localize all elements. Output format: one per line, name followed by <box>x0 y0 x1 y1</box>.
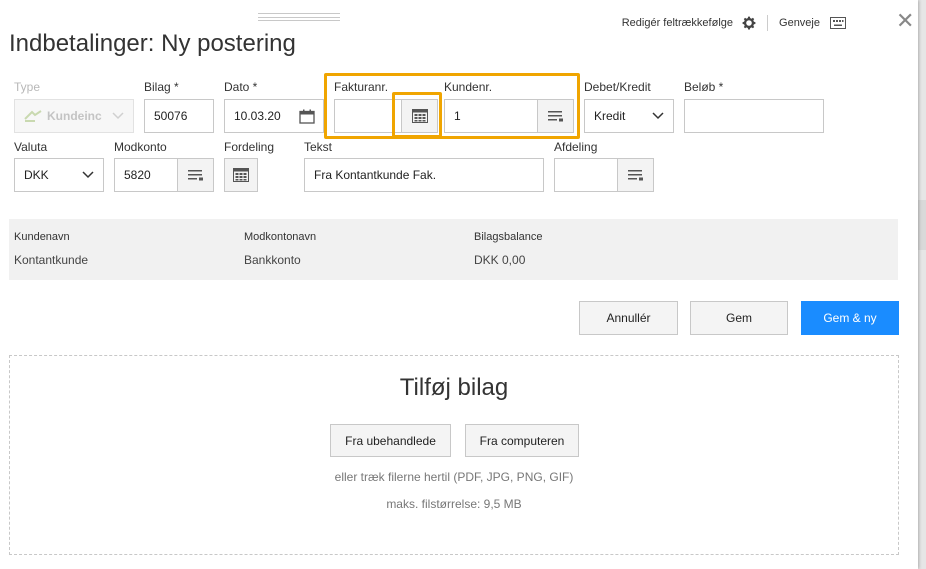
dialog-toolbar: Redigér feltrækkefølge Genveje <box>622 14 846 32</box>
kundenr-input[interactable]: 1 <box>444 99 574 133</box>
tekst-label: Tekst <box>304 140 333 154</box>
cancel-button[interactable]: Annullér <box>579 301 678 335</box>
grid-calculator-icon <box>411 109 428 123</box>
tekst-value: Fra Kontantkunde Fak. <box>314 168 437 182</box>
kundenr-value: 1 <box>454 109 461 123</box>
kundenr-label: Kundenr. <box>444 80 493 94</box>
gear-icon[interactable] <box>741 15 757 31</box>
beloeb-input[interactable] <box>684 99 824 133</box>
account-lookup-button[interactable] <box>177 159 213 191</box>
debet-kredit-select[interactable]: Kredit <box>584 99 674 133</box>
fordeling-button[interactable] <box>224 158 258 192</box>
edit-field-order-link[interactable]: Redigér feltrækkefølge <box>622 17 733 29</box>
dato-input[interactable]: 10.03.20 <box>224 99 324 133</box>
list-lookup-icon <box>547 111 563 122</box>
valuta-select[interactable]: DKK <box>14 158 104 192</box>
summary-modkontonavn: Modkontonavn Bankkonto <box>244 231 316 267</box>
modkonto-label: Modkonto <box>114 140 167 154</box>
chevron-down-icon <box>103 112 133 120</box>
save-button[interactable]: Gem <box>690 301 788 335</box>
customer-lookup-button[interactable] <box>537 100 573 132</box>
fordeling-label: Fordeling <box>224 140 275 154</box>
debet-kredit-label: Debet/Kredit <box>584 80 651 94</box>
new-payment-dialog: Redigér feltrækkefølge Genveje ✕ Indbeta… <box>0 0 918 569</box>
calendar-icon[interactable] <box>291 109 323 124</box>
summary-value: Bankkonto <box>244 253 301 267</box>
afdeling-label: Afdeling <box>554 140 598 154</box>
invoice-lookup-button[interactable] <box>401 100 437 132</box>
bilag-input[interactable]: 50076 <box>144 99 214 133</box>
beloeb-label: Beløb * <box>684 80 724 94</box>
fakturanr-input[interactable] <box>334 99 438 133</box>
chevron-down-icon <box>73 171 103 179</box>
keyboard-icon[interactable] <box>830 17 846 29</box>
department-lookup-button[interactable] <box>617 159 653 191</box>
list-lookup-icon <box>187 170 203 181</box>
summary-kundenavn: Kundenavn Kontantkunde <box>14 231 88 267</box>
chevron-down-icon <box>643 112 673 120</box>
summary-label: Kundenavn <box>14 231 70 243</box>
summary-value: DKK 0,00 <box>474 253 526 267</box>
type-label: Type <box>14 80 41 94</box>
close-button[interactable]: ✕ <box>896 10 914 32</box>
dato-label: Dato * <box>224 80 258 94</box>
summary-label: Bilagsbalance <box>474 231 543 243</box>
type-select: Kundeinc <box>14 99 134 133</box>
modkonto-value: 5820 <box>124 168 151 182</box>
save-and-new-button[interactable]: Gem & ny <box>801 301 899 335</box>
from-computer-button[interactable]: Fra computeren <box>465 424 579 457</box>
debet-kredit-value: Kredit <box>594 109 626 123</box>
summary-label: Modkontonavn <box>244 231 317 243</box>
type-value: Kundeinc <box>47 109 102 123</box>
attachment-title: Tilføj bilag <box>399 374 509 401</box>
dato-value: 10.03.20 <box>234 109 281 123</box>
modkonto-input[interactable]: 5820 <box>114 158 214 192</box>
fakturanr-label: Fakturanr. <box>334 80 389 94</box>
list-lookup-icon <box>627 170 643 181</box>
valuta-label: Valuta <box>14 140 48 154</box>
bilag-value: 50076 <box>154 109 188 123</box>
grid-calculator-icon <box>233 168 249 182</box>
dialog-drag-handle[interactable] <box>258 13 340 21</box>
toolbar-divider <box>767 15 769 31</box>
page-title: Indbetalinger: Ny postering <box>9 30 296 57</box>
afdeling-input[interactable] <box>554 158 654 192</box>
customer-payment-icon <box>24 110 42 122</box>
background-scrollbar <box>918 0 926 569</box>
summary-value: Kontantkunde <box>14 253 89 267</box>
summary-bilagsbalance: Bilagsbalance DKK 0,00 <box>474 231 543 267</box>
attachment-dropzone[interactable]: Tilføj bilag Fra ubehandlede Fra compute… <box>9 355 899 555</box>
from-unprocessed-button[interactable]: Fra ubehandlede <box>330 424 451 457</box>
tekst-input[interactable]: Fra Kontantkunde Fak. <box>304 158 544 192</box>
valuta-value: DKK <box>24 168 49 182</box>
max-size-text: maks. filstørrelse: 9,5 MB <box>386 497 522 511</box>
bilag-label: Bilag * <box>144 80 179 94</box>
drag-hint-text: eller træk filerne hertil (PDF, JPG, PNG… <box>334 470 574 484</box>
posting-summary: Kundenavn Kontantkunde Modkontonavn Bank… <box>9 219 898 280</box>
shortcuts-link[interactable]: Genveje <box>779 17 820 29</box>
